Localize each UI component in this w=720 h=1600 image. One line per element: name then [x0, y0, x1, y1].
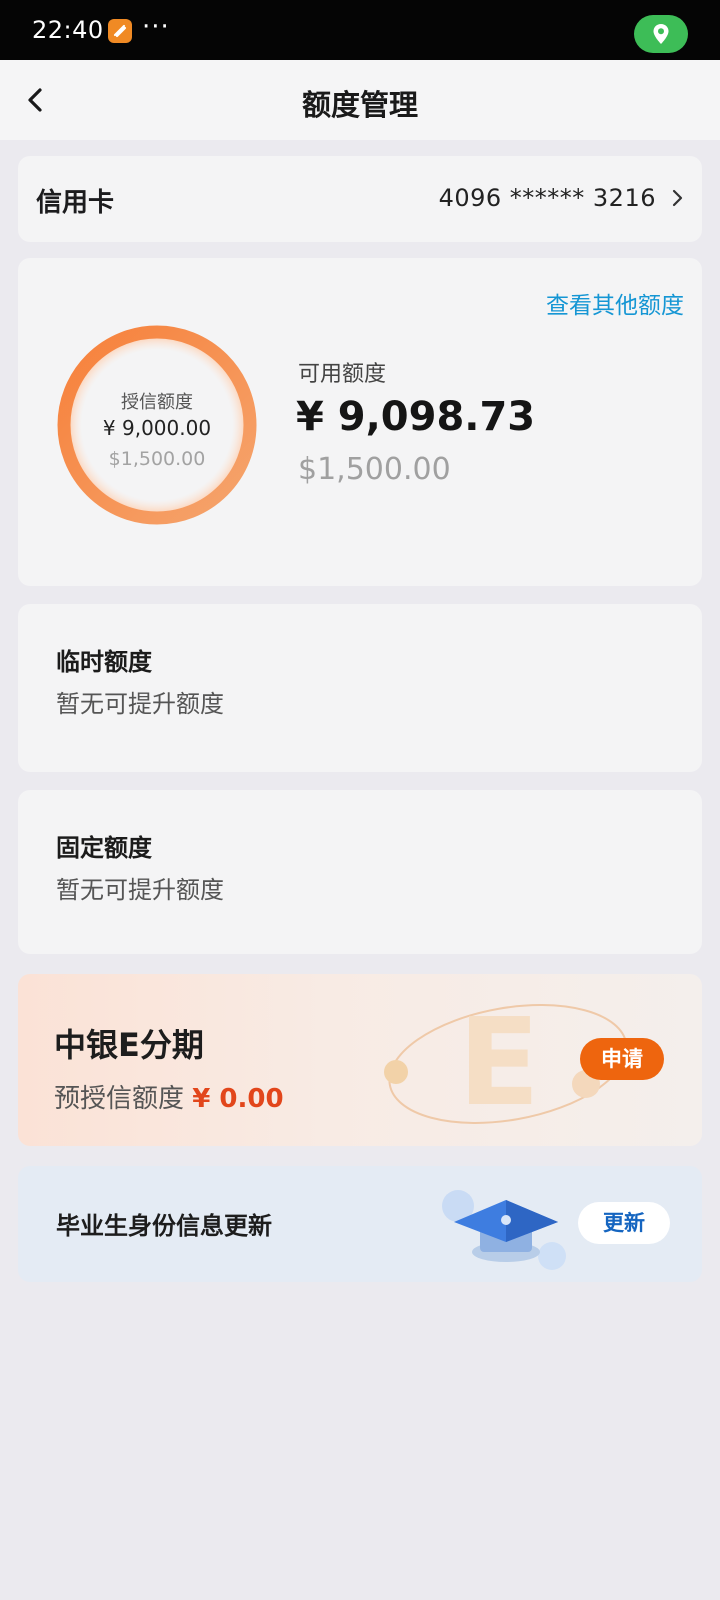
pre-credit-amount: ¥ 0.00: [192, 1084, 284, 1114]
fixed-limit-card[interactable]: 固定额度 暂无可提升额度: [18, 790, 702, 954]
promo-title: 中银E分期: [54, 1026, 204, 1064]
granted-limit-cny: ¥ 9,000.00: [102, 416, 212, 440]
graduate-update-card[interactable]: 毕业生身份信息更新 更新: [18, 1166, 702, 1282]
card-number: 4096 ****** 3216: [438, 184, 656, 212]
available-limit-usd: $1,500.00: [298, 452, 451, 487]
temporary-limit-title: 临时额度: [56, 648, 152, 676]
more-dots-icon: ···: [142, 12, 170, 42]
apply-button[interactable]: 申请: [580, 1038, 664, 1080]
card-type-label: 信用卡: [36, 188, 115, 218]
granted-limit-usd: $1,500.00: [108, 448, 206, 470]
temporary-limit-status: 暂无可提升额度: [56, 690, 224, 718]
granted-limit-label: 授信额度: [121, 392, 193, 413]
graduate-update-title: 毕业生身份信息更新: [56, 1212, 272, 1240]
pre-credit-label: 预授信额度: [54, 1084, 185, 1114]
fixed-limit-title: 固定额度: [56, 834, 152, 862]
location-pin-icon: [634, 15, 688, 53]
graduation-cap-icon: [442, 1190, 566, 1270]
nav-bar: 额度管理: [0, 60, 720, 140]
svg-text:E: E: [458, 994, 540, 1133]
pre-credit-line: 预授信额度 ¥ 0.00: [54, 1078, 284, 1115]
update-button[interactable]: 更新: [578, 1202, 670, 1244]
available-limit-cny: ¥ 9,098.73: [296, 394, 536, 440]
e-installment-card[interactable]: E 中银E分期 预授信额度 ¥ 0.00 申请: [18, 974, 702, 1146]
fixed-limit-status: 暂无可提升额度: [56, 876, 224, 904]
notification-app-icon: [108, 19, 132, 43]
credit-ring: 授信额度 ¥ 9,000.00 $1,500.00: [54, 322, 260, 528]
status-bar: 22:40 ···: [0, 0, 720, 60]
chevron-right-icon: [668, 188, 686, 208]
card-selector[interactable]: 信用卡 4096 ****** 3216: [18, 156, 702, 242]
temporary-limit-card[interactable]: 临时额度 暂无可提升额度: [18, 604, 702, 772]
view-other-limits-link[interactable]: 查看其他额度: [546, 286, 684, 320]
status-time: 22:40: [32, 16, 104, 44]
available-limit-label: 可用额度: [298, 362, 387, 387]
credit-overview-card: 查看其他额度 授信额度 ¥ 9,000.00 $1,500.00 可用额度 ¥ …: [18, 258, 702, 586]
page-title: 额度管理: [301, 88, 418, 122]
